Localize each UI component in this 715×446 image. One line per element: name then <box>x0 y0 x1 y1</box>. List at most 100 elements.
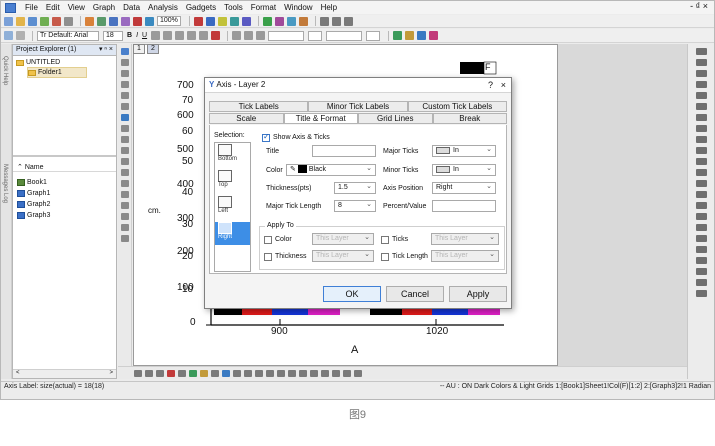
major-tick-length-combo[interactable]: 8 ⌄ <box>334 200 376 212</box>
scale-bar-icon[interactable] <box>696 213 707 220</box>
list-item-graph3[interactable]: Graph3 <box>13 210 116 221</box>
menu-format[interactable]: Format <box>247 2 280 14</box>
y-axis-icon[interactable] <box>331 16 341 26</box>
apply-color-checkbox[interactable] <box>264 236 272 244</box>
fill-style-combo[interactable] <box>326 30 363 41</box>
menu-edit[interactable]: Edit <box>42 2 64 14</box>
zoom-tool-icon[interactable] <box>121 59 129 66</box>
recalculate-icon[interactable] <box>97 16 106 26</box>
axis-scale-icon[interactable] <box>696 147 707 154</box>
line-plot-icon[interactable] <box>134 369 142 377</box>
selection-item-bottom[interactable]: Bottom <box>215 144 250 167</box>
fill-width-combo[interactable] <box>366 30 381 41</box>
line-color-icon[interactable] <box>232 31 242 40</box>
symbol-icon[interactable] <box>417 31 427 40</box>
import-icon[interactable] <box>85 16 94 26</box>
messages-log-tab[interactable]: Messages Log <box>2 164 8 203</box>
screen-reader-icon[interactable] <box>205 16 215 26</box>
data-selector-tool-icon[interactable] <box>121 103 129 110</box>
menu-gadgets[interactable]: Gadgets <box>182 2 220 14</box>
apply-color-scope-combo[interactable]: This Layer ⌄ <box>312 233 374 245</box>
results-log-icon[interactable] <box>16 31 25 40</box>
cancel-button[interactable]: Cancel <box>386 286 444 302</box>
close-button[interactable]: × <box>501 78 506 92</box>
draw-data-tool-icon[interactable] <box>121 125 129 132</box>
tab-break[interactable]: Break <box>432 113 507 123</box>
column-icon[interactable] <box>274 16 284 26</box>
arrange-layers-icon[interactable] <box>696 103 707 110</box>
new-project-icon[interactable] <box>4 16 13 26</box>
fill-color-icon[interactable] <box>244 31 254 40</box>
menu-data[interactable]: Data <box>119 2 144 14</box>
line-style-combo[interactable] <box>268 30 305 41</box>
color-combo[interactable]: ✎ Black ⌄ <box>286 164 376 176</box>
thickness-combo[interactable]: 1.5 ⌄ <box>334 182 376 194</box>
multi-panel-icon[interactable] <box>233 369 241 377</box>
zoom-in-icon[interactable] <box>217 16 227 26</box>
theme-icon[interactable] <box>429 31 439 40</box>
zoom-whole-icon[interactable] <box>696 268 707 275</box>
scroll-left-arrow-icon[interactable]: < <box>16 370 20 376</box>
list-item-graph2[interactable]: Graph2 <box>13 199 116 210</box>
apply-tick-length-scope-combo[interactable]: This Layer ⌄ <box>431 250 499 262</box>
font-size-combo[interactable]: 18 <box>103 30 123 41</box>
menu-analysis[interactable]: Analysis <box>144 2 182 14</box>
apply-button[interactable]: Apply <box>449 286 507 302</box>
apply-tick-length-checkbox[interactable] <box>381 253 389 261</box>
new-matrix-icon[interactable] <box>64 16 73 26</box>
extract-layers-icon[interactable] <box>696 114 707 121</box>
minor-ticks-combo[interactable]: In ⌄ <box>432 164 496 176</box>
apply-thickness-checkbox[interactable] <box>264 253 272 261</box>
selection-item-top[interactable]: Top <box>215 170 250 193</box>
swap-layers-icon[interactable] <box>696 125 707 132</box>
font-color-icon[interactable] <box>211 31 221 40</box>
selection-item-right[interactable]: Right <box>215 222 250 245</box>
screen-reader-tool-icon[interactable] <box>121 92 129 99</box>
percent-value-input[interactable] <box>432 200 496 212</box>
window-controls[interactable]: - ₫ × <box>690 1 708 11</box>
copy-graph-icon[interactable] <box>696 246 707 253</box>
refresh-icon[interactable] <box>133 16 142 26</box>
menu-tools[interactable]: Tools <box>220 2 247 14</box>
show-axis-ticks-checkbox[interactable] <box>262 132 270 142</box>
tab-scale[interactable]: Scale <box>209 113 284 123</box>
rescale-icon[interactable] <box>229 16 239 26</box>
area-plot-icon[interactable] <box>189 369 197 377</box>
superscript-icon[interactable] <box>151 31 161 40</box>
explorer-splitter[interactable] <box>13 155 116 157</box>
rectangle-tool-icon[interactable] <box>121 180 129 187</box>
major-ticks-combo[interactable]: In ⌄ <box>432 145 496 157</box>
insert-table-tool-icon[interactable] <box>121 224 129 231</box>
column-plot-icon[interactable] <box>167 369 175 377</box>
add-top-x-icon[interactable] <box>696 59 707 66</box>
list-item-book1[interactable]: Book1 <box>13 177 116 188</box>
layer-2-indicator[interactable]: 2 <box>147 44 159 54</box>
line-tool-icon[interactable] <box>121 169 129 176</box>
annotation-icon[interactable] <box>696 202 707 209</box>
subscript-icon[interactable] <box>163 31 173 40</box>
ok-button[interactable]: OK <box>323 286 381 302</box>
tab-grid-lines[interactable]: Grid Lines <box>358 113 433 123</box>
greek-icon[interactable] <box>175 31 185 40</box>
menu-view[interactable]: View <box>64 2 89 14</box>
merge-graph-icon[interactable] <box>696 92 707 99</box>
pie-chart-icon[interactable] <box>200 369 208 377</box>
apply-ticks-checkbox[interactable] <box>381 236 389 244</box>
menu-help[interactable]: Help <box>317 2 341 14</box>
project-explorer-toggle-icon[interactable] <box>4 31 13 40</box>
plot-manager-icon[interactable] <box>321 369 329 377</box>
graph-preview-icon[interactable] <box>354 369 362 377</box>
y-axis-title-fragment[interactable]: cm. <box>148 206 161 215</box>
add-right-y-icon[interactable] <box>696 70 707 77</box>
tab-tick-labels[interactable]: Tick Labels <box>209 101 309 111</box>
axis-position-combo[interactable]: Right ⌄ <box>432 182 496 194</box>
new-workbook-icon[interactable] <box>40 16 49 26</box>
apply-thickness-scope-combo[interactable]: This Layer ⌄ <box>312 250 374 262</box>
data-reader-icon[interactable] <box>193 16 203 26</box>
explorer-horizontal-scrollbar[interactable]: < > <box>13 369 116 378</box>
arrow-tool-icon[interactable] <box>121 147 129 154</box>
underline-button[interactable]: U <box>142 32 147 39</box>
bar-plot-icon[interactable] <box>178 369 186 377</box>
print-graph-icon[interactable] <box>696 235 707 242</box>
title-input[interactable] <box>312 145 376 157</box>
